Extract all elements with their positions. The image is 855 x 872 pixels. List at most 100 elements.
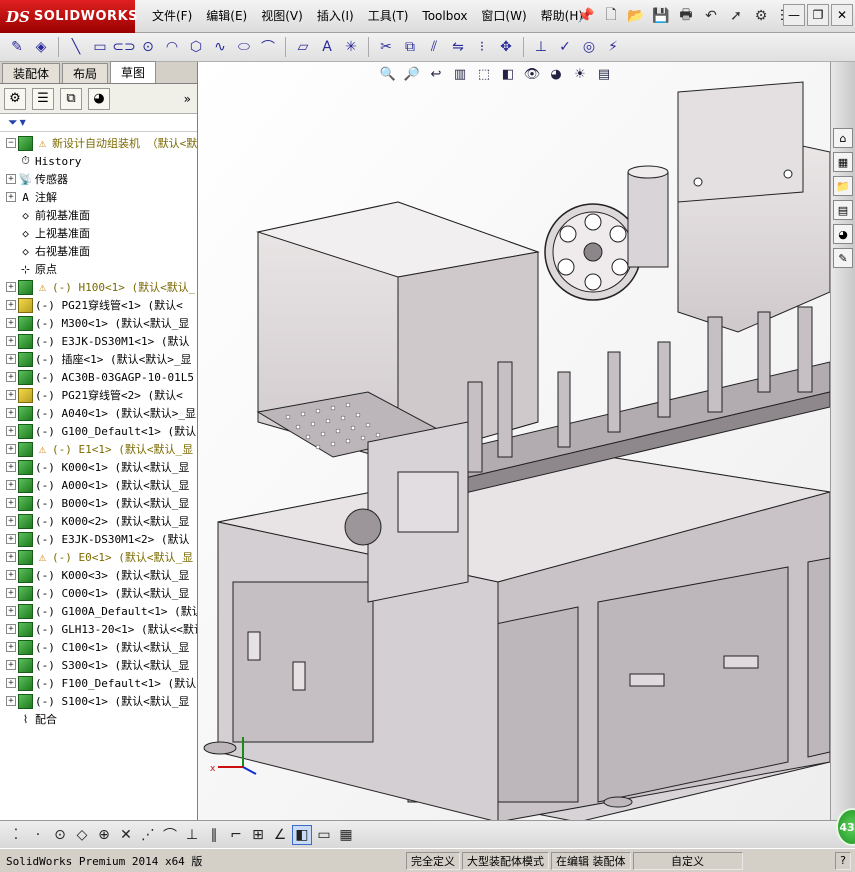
- tree-item[interactable]: + (-) K000<3> (默认<默认_显: [0, 566, 197, 584]
- tree-item[interactable]: ◇ 右视基准面: [0, 242, 197, 260]
- expand-toggle-icon[interactable]: +: [6, 570, 16, 580]
- tree-item[interactable]: + (-) K000<1> (默认<默认_显: [0, 458, 197, 476]
- line-icon[interactable]: ╲: [65, 36, 87, 58]
- tree-item[interactable]: + (-) 插座<1> (默认<默认>_显: [0, 350, 197, 368]
- expand-toggle-icon[interactable]: +: [6, 372, 16, 382]
- smart-dimension-icon[interactable]: ◈: [30, 36, 52, 58]
- tree-item[interactable]: + ⚠ (-) E1<1> (默认<默认_显: [0, 440, 197, 458]
- expand-toggle-icon[interactable]: +: [6, 282, 16, 292]
- expand-toggle-icon[interactable]: +: [6, 588, 16, 598]
- quadrant-snap-icon[interactable]: ⊕: [94, 825, 114, 845]
- display-style-icon[interactable]: ◧: [498, 64, 518, 84]
- menu-toolbox[interactable]: Toolbox: [415, 0, 474, 33]
- tree-item[interactable]: + (-) E3JK-DS30M1<1> (默认: [0, 332, 197, 350]
- expand-toggle-icon[interactable]: +: [6, 318, 16, 328]
- undo-icon[interactable]: ↶: [700, 5, 722, 27]
- perpendicular-snap-icon[interactable]: ⊥: [182, 825, 202, 845]
- circle-icon[interactable]: ⊙: [137, 36, 159, 58]
- tangent-snap-icon[interactable]: ⌒: [160, 825, 180, 845]
- expand-toggle-icon[interactable]: +: [6, 354, 16, 364]
- tree-item[interactable]: + (-) K000<2> (默认<默认_显: [0, 512, 197, 530]
- mirror-icon[interactable]: ⇋: [447, 36, 469, 58]
- tree-item[interactable]: + (-) PG21穿线管<1> (默认<: [0, 296, 197, 314]
- filter-icon[interactable]: ⏷: [8, 115, 18, 130]
- status-units[interactable]: 自定义: [632, 851, 743, 870]
- sketch-icon[interactable]: ✎: [6, 36, 28, 58]
- fillet-icon[interactable]: ⌒: [257, 36, 279, 58]
- tree-item[interactable]: ⏱ History: [0, 152, 197, 170]
- tab-sketch[interactable]: 草图: [110, 61, 157, 83]
- tree-root[interactable]: − ⚠ 新设计自动组装机 （默认<默认: [0, 134, 197, 152]
- view-orientation-icon[interactable]: ⬚: [474, 64, 494, 84]
- previous-view-icon[interactable]: ↩: [426, 64, 446, 84]
- expand-toggle-icon[interactable]: +: [6, 390, 16, 400]
- expand-toggle-icon[interactable]: +: [6, 552, 16, 562]
- collapse-panel-icon[interactable]: »: [184, 92, 191, 106]
- section-view-icon[interactable]: ▥: [450, 64, 470, 84]
- expand-toggle-icon[interactable]: +: [6, 516, 16, 526]
- tree-item[interactable]: + (-) C000<1> (默认<默认_显: [0, 584, 197, 602]
- tree-item[interactable]: + (-) E3JK-DS30M1<2> (默认: [0, 530, 197, 548]
- help-icon[interactable]: ?: [835, 851, 851, 870]
- tree-filter[interactable]: ⏷ ▼: [0, 114, 197, 132]
- graphics-viewport[interactable]: x 🔍 🔎 ↩ ▥ ⬚ ◧ 👁 ◕ ☀ ▤ S 中 ☾ •, ☺ ⌨ 👤 👕 🔧: [198, 62, 830, 820]
- convert-entities-icon[interactable]: ⧉: [399, 36, 421, 58]
- linear-pattern-icon[interactable]: ⁝: [471, 36, 493, 58]
- expand-toggle-icon[interactable]: +: [6, 498, 16, 508]
- print-icon[interactable]: 🖶: [675, 5, 697, 27]
- tree-item[interactable]: + (-) M300<1> (默认<默认_显: [0, 314, 197, 332]
- tree-item[interactable]: + (-) G100_Default<1> (默认: [0, 422, 197, 440]
- expand-toggle-icon[interactable]: +: [6, 678, 16, 688]
- angle-snap-icon[interactable]: ∠: [270, 825, 290, 845]
- expand-toggle-icon[interactable]: +: [6, 426, 16, 436]
- select-arrow-icon[interactable]: ➚: [725, 5, 747, 27]
- tab-assembly[interactable]: 装配体: [2, 63, 61, 83]
- spline-icon[interactable]: ∿: [209, 36, 231, 58]
- expand-toggle-icon[interactable]: +: [6, 408, 16, 418]
- menu-edit[interactable]: 编辑(E): [199, 0, 254, 33]
- tree-item[interactable]: + (-) B000<1> (默认<默认_显: [0, 494, 197, 512]
- hide-show-items-icon[interactable]: 👁: [522, 64, 542, 84]
- view-settings-icon[interactable]: ▤: [594, 64, 614, 84]
- file-explorer-icon[interactable]: 📁: [833, 176, 853, 196]
- tree-item[interactable]: + (-) GLH13-20<1> (默认<<默认: [0, 620, 197, 638]
- tree-item[interactable]: + (-) F100_Default<1> (默认: [0, 674, 197, 692]
- collapse-toggle-icon[interactable]: −: [6, 138, 16, 148]
- tree-item[interactable]: + 📡 传感器: [0, 170, 197, 188]
- zoom-area-icon[interactable]: 🔎: [402, 64, 422, 84]
- point-icon[interactable]: ✳: [340, 36, 362, 58]
- design-library-icon[interactable]: ▦: [833, 152, 853, 172]
- expand-toggle-icon[interactable]: +: [6, 444, 16, 454]
- polygon-icon[interactable]: ⬡: [185, 36, 207, 58]
- tree-item[interactable]: ⊹ 原点: [0, 260, 197, 278]
- tree-item[interactable]: + (-) C100<1> (默认<默认_显: [0, 638, 197, 656]
- expand-toggle-icon[interactable]: +: [6, 696, 16, 706]
- restore-button[interactable]: ❐: [807, 4, 829, 26]
- tree-item[interactable]: + (-) PG21穿线管<2> (默认<: [0, 386, 197, 404]
- expand-toggle-icon[interactable]: +: [6, 642, 16, 652]
- parallel-snap-icon[interactable]: ∥: [204, 825, 224, 845]
- expand-toggle-icon[interactable]: +: [6, 462, 16, 472]
- center-snap-icon[interactable]: ⊙: [50, 825, 70, 845]
- trim-icon[interactable]: ✂: [375, 36, 397, 58]
- tree-item[interactable]: + (-) S100<1> (默认<默认_显: [0, 692, 197, 710]
- quick-snaps-icon[interactable]: ◎: [578, 36, 600, 58]
- tree-item[interactable]: + (-) G100A_Default<1> (默认: [0, 602, 197, 620]
- offset-icon[interactable]: ⫽: [423, 36, 445, 58]
- configuration-manager-icon[interactable]: ⧉: [60, 87, 82, 110]
- expand-toggle-icon[interactable]: +: [6, 174, 16, 184]
- property-manager-icon[interactable]: ☰: [32, 87, 54, 110]
- expand-toggle-icon[interactable]: +: [6, 300, 16, 310]
- tile-windows-icon[interactable]: ▦: [336, 825, 356, 845]
- point-snap-icon[interactable]: ·: [28, 825, 48, 845]
- text-icon[interactable]: A: [316, 36, 338, 58]
- menu-insert[interactable]: 插入(I): [310, 0, 361, 33]
- new-document-icon[interactable]: 🗋: [600, 5, 622, 27]
- tree-item[interactable]: + (-) S300<1> (默认<默认_显: [0, 656, 197, 674]
- display-manager-icon[interactable]: ◕: [88, 87, 110, 110]
- appearances-icon[interactable]: ◕: [833, 224, 853, 244]
- grid-snap-icon[interactable]: ⊞: [248, 825, 268, 845]
- menu-tools[interactable]: 工具(T): [361, 0, 416, 33]
- horizontal-snap-icon[interactable]: ⌐: [226, 825, 246, 845]
- repair-sketch-icon[interactable]: ✓: [554, 36, 576, 58]
